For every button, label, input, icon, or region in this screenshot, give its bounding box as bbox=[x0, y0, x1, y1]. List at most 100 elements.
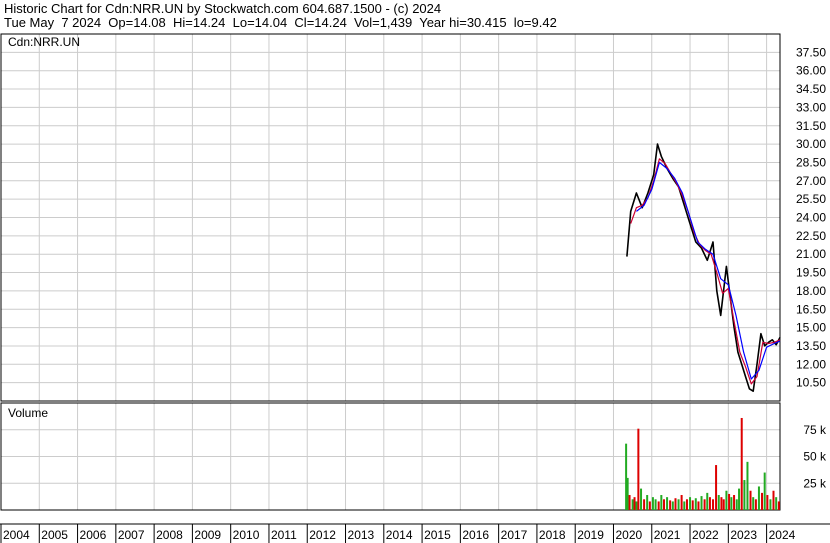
volume-bar bbox=[677, 499, 680, 510]
volume-bar bbox=[646, 495, 649, 510]
volume-tick-label: 75 k bbox=[803, 423, 827, 437]
volume-bar bbox=[766, 495, 769, 510]
volume-bar bbox=[738, 488, 741, 510]
volume-bar bbox=[754, 499, 757, 510]
x-tick-label: 2006 bbox=[80, 528, 107, 542]
price-grid bbox=[0, 34, 780, 401]
price-tick-label: 12.00 bbox=[796, 357, 826, 371]
volume-bar bbox=[671, 501, 674, 510]
volume-bar bbox=[752, 497, 755, 510]
volume-bar bbox=[743, 480, 746, 510]
volume-bar bbox=[730, 497, 733, 510]
x-tick-label: 2005 bbox=[41, 528, 68, 542]
volume-bar bbox=[733, 495, 736, 510]
price-tick-label: 22.50 bbox=[796, 229, 826, 243]
volume-bar bbox=[633, 497, 636, 510]
x-tick-label: 2010 bbox=[233, 528, 260, 542]
volume-bar bbox=[720, 497, 723, 510]
volume-bar bbox=[725, 490, 728, 510]
volume-bar bbox=[703, 499, 706, 510]
x-tick-label: 2017 bbox=[501, 528, 528, 542]
volume-bars bbox=[625, 417, 780, 510]
volume-bar bbox=[715, 465, 718, 510]
x-tick-label: 2004 bbox=[3, 528, 30, 542]
x-tick-label: 2021 bbox=[654, 528, 681, 542]
x-tick-label: 2011 bbox=[271, 528, 297, 542]
price-tick-label: 24.00 bbox=[796, 211, 826, 225]
volume-bar bbox=[657, 501, 660, 510]
volume-bar bbox=[763, 472, 766, 510]
volume-bar bbox=[697, 501, 700, 510]
price-tick-label: 36.00 bbox=[796, 64, 826, 78]
x-tick-label: 2020 bbox=[615, 528, 642, 542]
volume-bar bbox=[651, 497, 654, 510]
volume-tick-labels: 75 k 50 k 25 k bbox=[803, 423, 827, 491]
volume-bar bbox=[660, 495, 663, 510]
price-tick-label: 33.00 bbox=[796, 100, 826, 114]
volume-bar bbox=[685, 499, 688, 510]
x-tick-label: 2023 bbox=[730, 528, 757, 542]
volume-bar bbox=[674, 498, 677, 510]
volume-bar bbox=[631, 499, 634, 510]
x-tick-label: 2016 bbox=[462, 528, 489, 542]
volume-bar bbox=[669, 500, 672, 510]
price-tick-label: 37.50 bbox=[796, 45, 826, 59]
volume-bar bbox=[722, 499, 725, 510]
price-tick-label: 15.00 bbox=[796, 321, 826, 335]
price-tick-label: 27.00 bbox=[796, 174, 826, 188]
x-tick-label: 2014 bbox=[386, 528, 413, 542]
volume-bar bbox=[648, 501, 651, 510]
volume-bar bbox=[746, 461, 749, 510]
x-tick-label: 2022 bbox=[692, 528, 719, 542]
price-tick-label: 13.50 bbox=[796, 339, 826, 353]
volume-tick-label: 50 k bbox=[803, 450, 827, 464]
volume-bar bbox=[700, 496, 703, 510]
volume-bar bbox=[712, 499, 715, 510]
x-tick-label: 2007 bbox=[118, 528, 145, 542]
price-tick-label: 30.00 bbox=[796, 137, 826, 151]
volume-bar bbox=[708, 497, 711, 510]
volume-bar bbox=[694, 498, 697, 510]
volume-bar bbox=[735, 499, 738, 510]
volume-tick-label: 25 k bbox=[803, 476, 827, 490]
x-tick-label: 2008 bbox=[156, 528, 183, 542]
volume-bar bbox=[689, 497, 692, 510]
volume-bar bbox=[728, 493, 731, 510]
volume-bar bbox=[654, 499, 657, 510]
price-tick-label: 10.50 bbox=[796, 376, 826, 390]
volume-bar bbox=[640, 488, 643, 510]
volume-bar bbox=[706, 492, 709, 510]
x-tick-label: 2015 bbox=[424, 528, 451, 542]
volume-bar bbox=[761, 492, 764, 510]
price-tick-label: 34.50 bbox=[796, 82, 826, 96]
x-tick-label: 2018 bbox=[539, 528, 566, 542]
volume-bar bbox=[680, 495, 683, 510]
price-tick-label: 19.50 bbox=[796, 266, 826, 280]
volume-bar bbox=[663, 499, 666, 510]
volume-bar bbox=[643, 499, 646, 510]
ma_short-line bbox=[630, 158, 781, 385]
volume-bar bbox=[757, 486, 760, 510]
volume-bar bbox=[628, 495, 631, 510]
price-tick-labels: 37.50 36.00 34.50 33.00 31.50 30.00 28.50 27.00… bbox=[796, 45, 826, 389]
price-tick-label: 18.00 bbox=[796, 284, 826, 298]
x-tick-label: 2013 bbox=[348, 528, 375, 542]
volume-bar bbox=[740, 417, 743, 510]
volume-panel-title: Volume bbox=[8, 406, 48, 420]
x-tick-label: 2019 bbox=[577, 528, 604, 542]
stock-chart: Cdn:NRR.UN Volume 37.50 36.00 34.50 33.00 31… bbox=[0, 33, 830, 543]
volume-bar bbox=[635, 501, 638, 510]
price-tick-label: 28.50 bbox=[796, 155, 826, 169]
x-tick-label: 2012 bbox=[309, 528, 336, 542]
x-tick-label: 2009 bbox=[194, 528, 221, 542]
ma_long-line bbox=[636, 161, 781, 380]
chart-page: Historic Chart for Cdn:NRR.UN by Stockwa… bbox=[0, 0, 830, 543]
x-tick-label: 2024 bbox=[769, 528, 796, 542]
volume-bar bbox=[691, 500, 694, 510]
price-tick-label: 25.50 bbox=[796, 192, 826, 206]
volume-bar bbox=[666, 497, 669, 510]
volume-bar bbox=[683, 501, 686, 510]
price-tick-label: 16.50 bbox=[796, 302, 826, 316]
volume-grid bbox=[0, 403, 780, 510]
volume-bar bbox=[777, 501, 780, 510]
